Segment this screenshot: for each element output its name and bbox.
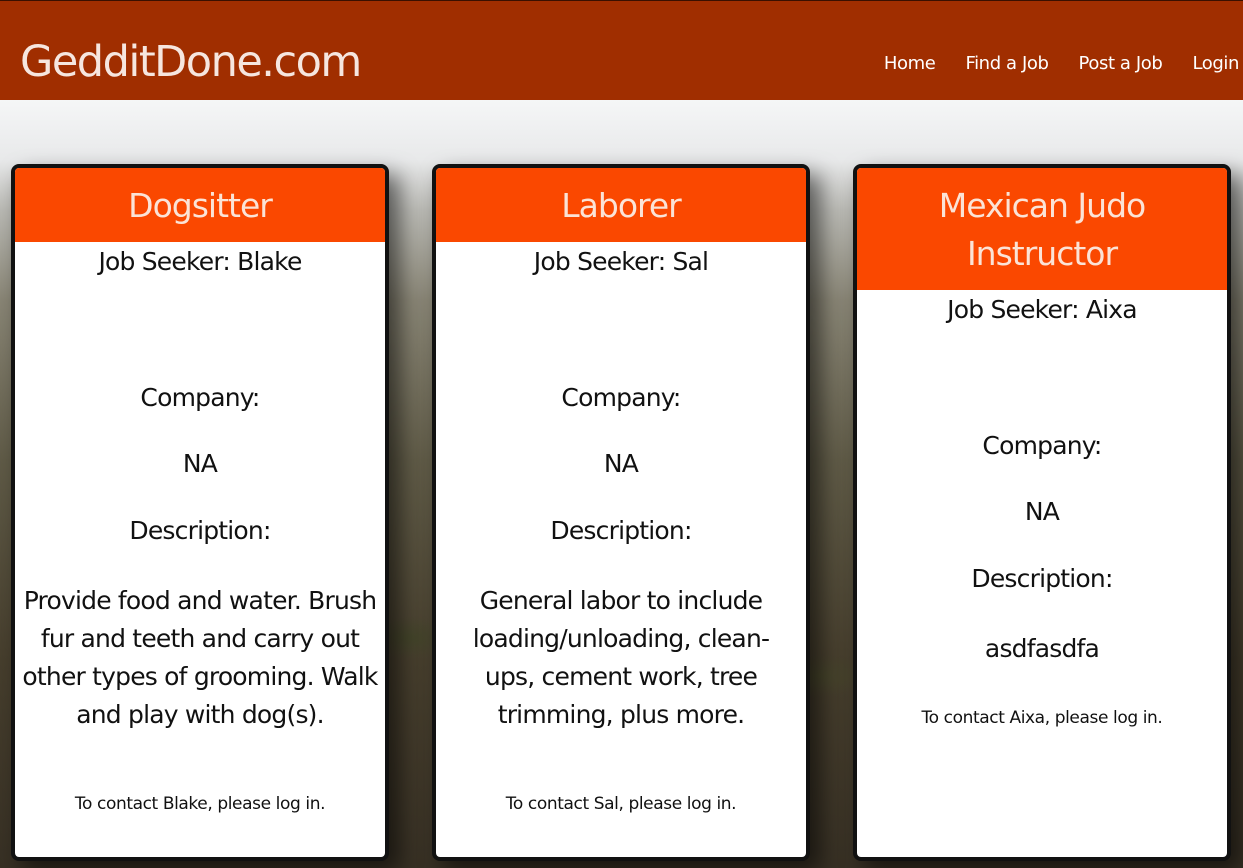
main-nav: Home Find a Job Post a Job Login: [884, 53, 1240, 74]
job-card: Laborer Job Seeker: Sal Company: NA Desc…: [432, 164, 810, 861]
contact-note: To contact Sal, please log in.: [505, 794, 737, 814]
nav-login-link[interactable]: Login: [1192, 53, 1239, 74]
description-text: asdfasdfa: [984, 634, 1100, 663]
site-logo[interactable]: GedditDone.com: [20, 37, 362, 87]
job-title: Dogsitter: [15, 168, 385, 242]
job-title: Laborer: [436, 168, 806, 242]
nav-post-job-link[interactable]: Post a Job: [1079, 53, 1163, 74]
nav-home-link[interactable]: Home: [884, 53, 936, 74]
company-value: NA: [1024, 497, 1060, 526]
job-title: Mexican Judo Instructor: [857, 168, 1227, 290]
description-label: Description:: [550, 516, 692, 545]
company-label: Company:: [561, 383, 681, 412]
company-label: Company:: [982, 431, 1102, 460]
description-text: General labor to include loading/unloadi…: [472, 586, 770, 729]
description-label: Description:: [129, 516, 271, 545]
job-card: Dogsitter Job Seeker: Blake Company: NA …: [11, 164, 389, 861]
job-seeker: Job Seeker: Blake: [98, 247, 302, 276]
description-label: Description:: [971, 564, 1113, 593]
site-header: GedditDone.com Home Find a Job Post a Jo…: [0, 0, 1243, 100]
company-label: Company:: [140, 383, 260, 412]
job-seeker: Job Seeker: Aixa: [947, 295, 1137, 324]
contact-note: To contact Aixa, please log in.: [921, 708, 1163, 728]
company-value: NA: [182, 449, 218, 478]
job-card: Mexican Judo Instructor Job Seeker: Aixa…: [853, 164, 1231, 861]
contact-note: To contact Blake, please log in.: [74, 794, 326, 814]
description-text: Provide food and water. Brush fur and te…: [22, 586, 378, 729]
nav-find-job-link[interactable]: Find a Job: [965, 53, 1049, 74]
job-seeker: Job Seeker: Sal: [533, 247, 709, 276]
company-value: NA: [603, 449, 639, 478]
